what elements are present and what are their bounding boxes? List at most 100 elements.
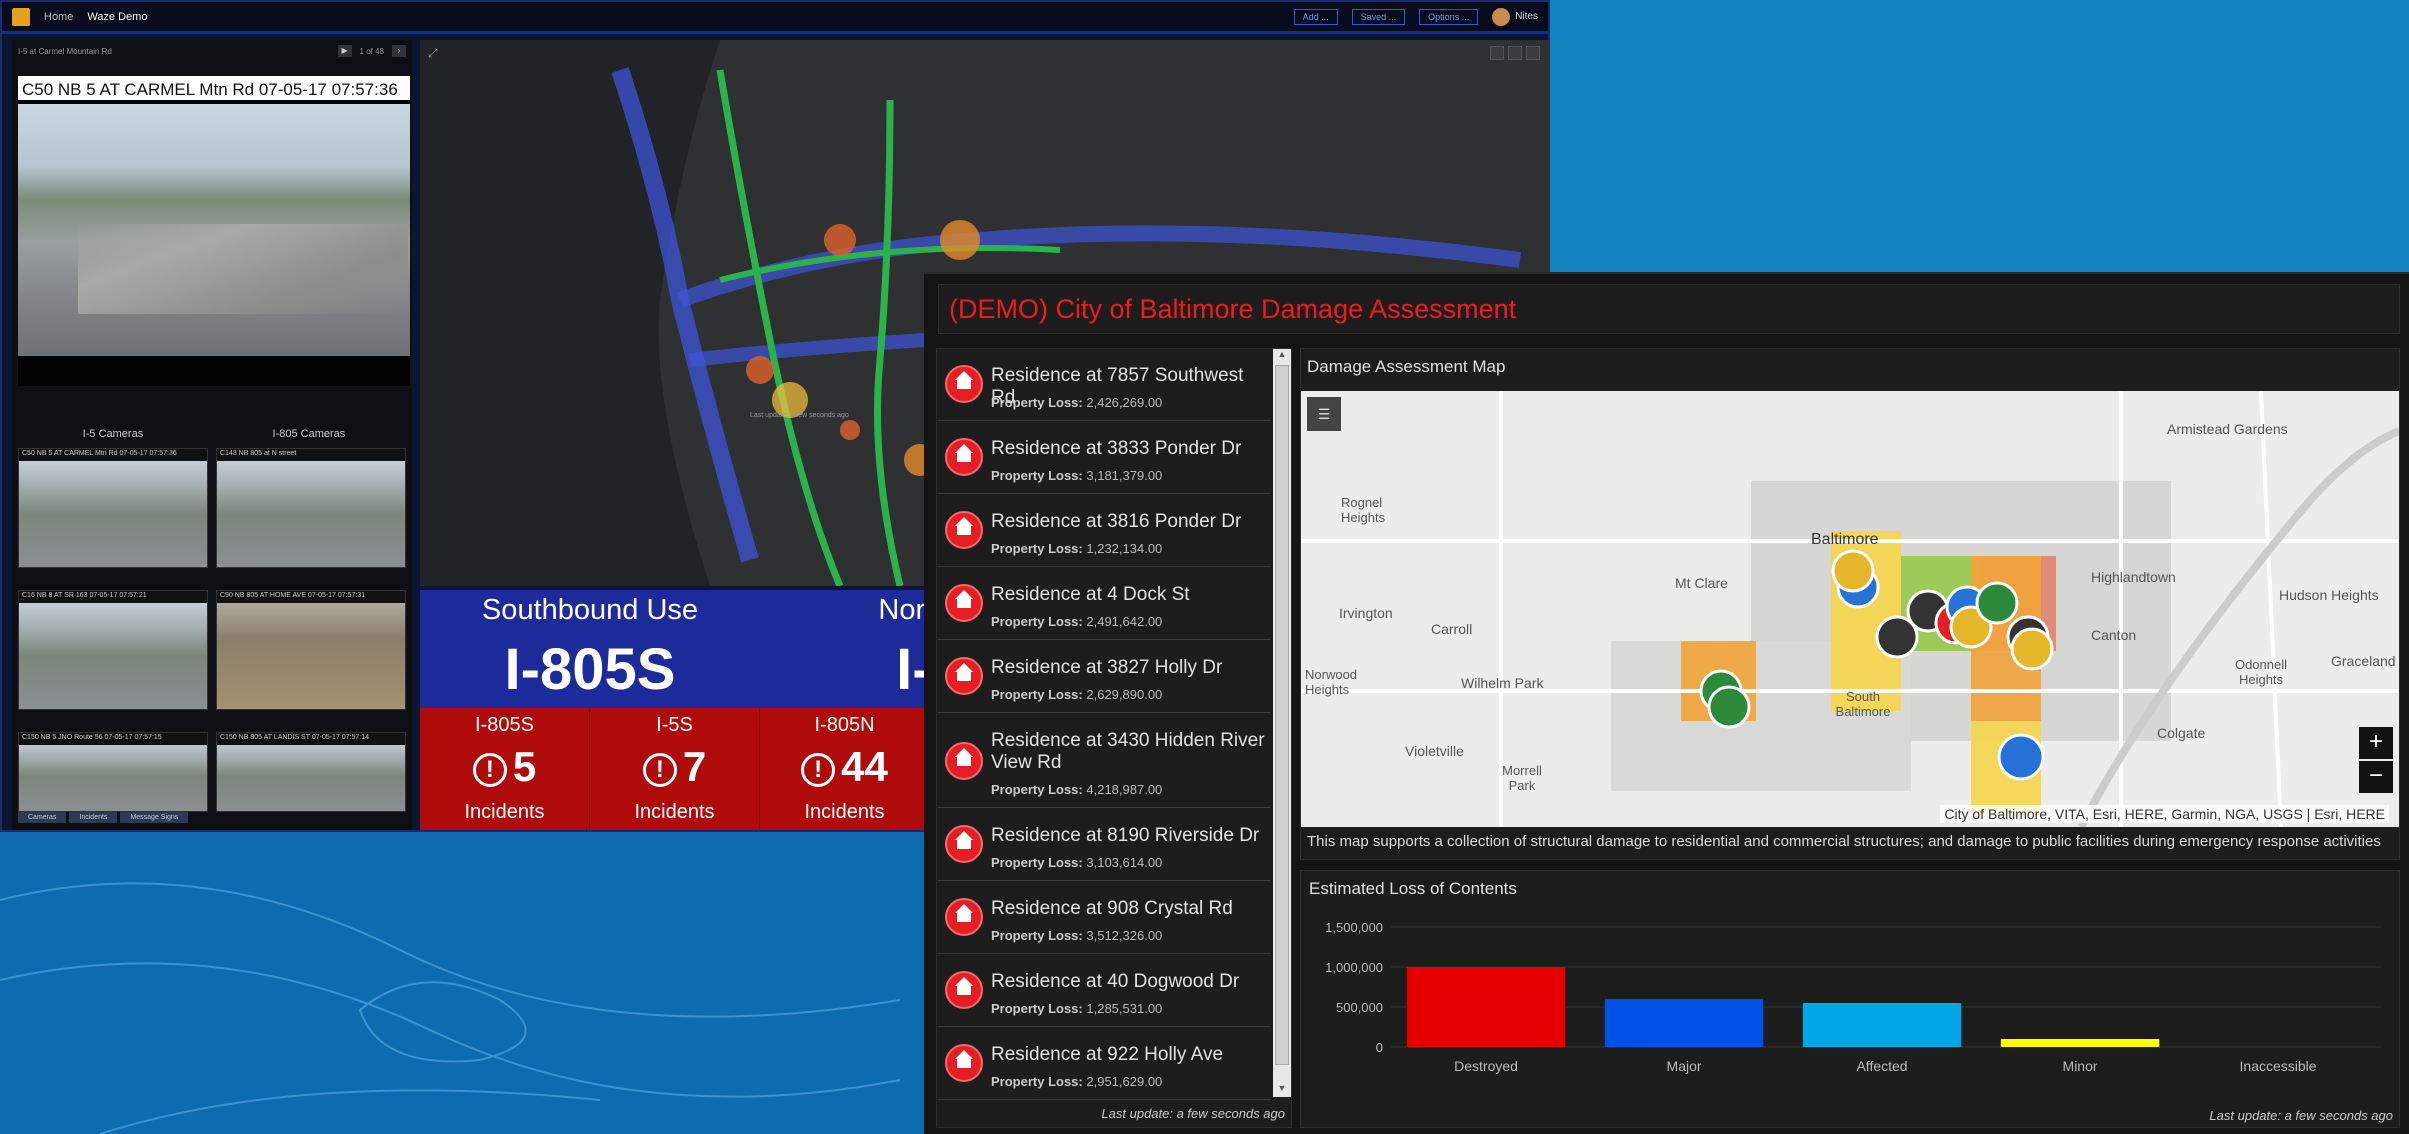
camera-thumbnail[interactable]: C90 NB 805 AT HOME AVE 07-05-17 07:57:31 [216,590,406,710]
camera-thumbnail[interactable]: C50 NB 5 AT CARMEL Mtn Rd 07-05-17 07:57… [18,448,208,568]
list-scrollbar[interactable]: ▲ ▼ [1273,349,1291,1097]
scroll-up-icon[interactable]: ▲ [1273,349,1291,363]
list-item[interactable]: Residence at 4 Dock St Property Loss: 2,4… [937,568,1271,640]
property-loss: Property Loss: 4,218,987.00 [991,782,1162,797]
home-link[interactable]: Home [44,11,73,23]
incident-card[interactable]: I-805N ! 44 Incidents [760,708,930,830]
legend-toggle-icon[interactable]: ☰ [1307,397,1341,431]
basemap [1301,391,2399,827]
expand-icon[interactable]: ⤢ [428,46,442,60]
app-title: Waze Demo [87,10,148,23]
main-camera-view[interactable]: C50 NB 5 AT CARMEL Mtn Rd 07-05-17 07:57… [18,76,410,386]
legend-icon[interactable] [1508,46,1522,60]
list-last-update: Last update: a few seconds ago [1101,1106,1285,1121]
residence-icon [945,584,983,622]
play-icon[interactable]: ▶ [337,45,352,57]
bar-major[interactable] [1604,999,1764,1047]
options-button[interactable]: Options ... [1419,8,1479,25]
residence-icon [945,825,983,863]
map-label: Colgate [2157,725,2206,741]
damage-map[interactable]: Armistead Gardens Rognel Heights Baltimo… [1301,391,2399,827]
camera-group-i805[interactable]: I-805 Cameras [273,428,346,440]
tab-message-signs[interactable]: Message Signs [120,812,189,823]
next-icon[interactable]: › [392,45,406,57]
property-loss: Property Loss: 1,285,531.00 [991,1001,1162,1016]
user-menu[interactable]: Nites [1492,7,1538,26]
property-loss: Property Loss: 2,491,642.00 [991,614,1162,629]
property-loss-label: Property Loss: [991,687,1083,702]
bound-title: Southbound Use [481,594,699,626]
list-item[interactable]: Residence at 3430 Hidden River View Rd Pr… [937,714,1271,808]
incident-road: I-5S [656,714,693,736]
bar-affected[interactable] [1802,1003,1962,1047]
residence-icon [945,438,983,476]
list-item[interactable]: Residence at 3833 Ponder Dr Property Loss… [937,422,1271,494]
list-item[interactable]: Residence at 40 Dogwood Dr Property Loss:… [937,955,1271,1027]
camera-image [18,104,410,356]
camera-group-i5[interactable]: I-5 Cameras [83,428,144,440]
list-item[interactable]: Residence at 908 Crystal Rd Property Loss… [937,882,1271,954]
tab-incidents[interactable]: Incidents [69,812,118,823]
property-loss-value: 1,285,531.00 [1086,1001,1163,1016]
incident-card[interactable]: I-805S ! 5 Incidents [420,708,590,830]
list-item-name: Residence at 3430 Hidden River View Rd [991,730,1265,773]
alert-icon: ! [642,752,677,787]
property-loss-value: 2,426,269.00 [1086,395,1163,410]
property-loss-value: 2,629,890.00 [1086,687,1163,702]
x-tick-label: Inaccessible [2240,1058,2317,1074]
list-item-name: Residence at 922 Holly Ave [991,1044,1224,1065]
map-label: Hudson Heights [2279,587,2379,603]
property-loss-label: Property Loss: [991,614,1083,629]
list-item-name: Residence at 3816 Ponder Dr [991,511,1242,532]
camera-thumbnail[interactable]: C150 NB 805 AT LANDIS ST 07-05-17 07:57:… [216,732,406,812]
list-item[interactable]: Residence at 922 Holly Ave Property Loss:… [937,1028,1271,1100]
camera-toolbar: I-5 at Carmel Mountain Rd ▶ 1 of 48 › [12,40,412,62]
map-label: Armistead Gardens [2167,421,2288,437]
incident-card[interactable]: I-5S ! 7 Incidents [590,708,760,830]
tab-cameras[interactable]: Cameras [18,812,67,823]
damage-list: Residence at 7857 Southwest Rd Property L… [936,348,1292,1128]
saved-button[interactable]: Saved ... [1351,8,1406,25]
bar-minor[interactable] [2000,1039,2160,1047]
thumbnail-caption: C90 NB 805 AT HOME AVE 07-05-17 07:57:31 [217,591,405,603]
avatar [1492,7,1511,26]
loss-bar-chart: 0 500,000 1,000,000 1,500,000 Destroyed Major… [1325,920,2381,1074]
camera-selector[interactable]: I-5 at Carmel Mountain Rd [18,47,112,56]
scroll-thumb[interactable] [1275,365,1289,1065]
y-tick-label: 1,500,000 [1325,920,1383,935]
map-label: Violetville [1405,743,1464,759]
zoom-in-button[interactable]: + [2359,727,2393,759]
camera-thumbnail[interactable]: C150 NB 5 JNO Route 56 07-05-17 07:57:15 [18,732,208,812]
property-loss-label: Property Loss: [991,1001,1083,1016]
camera-thumbnail[interactable]: C143 NB 805 at N street [216,448,406,568]
property-loss-value: 2,951,629.00 [1086,1074,1163,1089]
thumbnail-caption: C16 NB 8 AT SR 163 07-05-17 07:57:21 [19,591,207,603]
bar-destroyed[interactable] [1406,967,1566,1047]
list-item[interactable]: Residence at 3816 Ponder Dr Property Loss… [937,495,1271,567]
property-loss-value: 3,103,614.00 [1086,855,1163,870]
camera-thumbnail[interactable]: C16 NB 8 AT SR 163 07-05-17 07:57:21 [18,590,208,710]
property-loss-value: 3,181,379.00 [1086,468,1163,483]
page-indicator: 1 of 48 [359,46,384,56]
property-loss-label: Property Loss: [991,541,1083,556]
property-loss-label: Property Loss: [991,468,1083,483]
dashboard-title: (DEMO) City of Baltimore Damage Assessme… [938,284,2400,334]
add-button[interactable]: Add ... [1293,8,1338,25]
property-loss: Property Loss: 3,512,326.00 [991,928,1162,943]
list-item[interactable]: Residence at 3827 Holly Dr Property Loss:… [937,641,1271,713]
property-loss-label: Property Loss: [991,782,1083,797]
property-loss-label: Property Loss: [991,395,1083,410]
layers-icon[interactable] [1490,46,1504,60]
list-item[interactable]: Residence at 8190 Riverside Dr Property L… [937,809,1271,881]
list-item[interactable]: Residence at 7857 Southwest Rd Property L… [937,349,1271,421]
gear-icon[interactable] [1526,46,1540,60]
list-item-name: Residence at 3827 Holly Dr [991,657,1223,678]
residence-icon [945,898,983,936]
scroll-down-icon[interactable]: ▼ [1273,1083,1291,1097]
loss-chart-panel: Estimated Loss of Contents 0 500,000 1,000… [1300,870,2400,1128]
property-loss-value: 1,232,134.00 [1086,541,1163,556]
zoom-out-button[interactable]: − [2359,761,2393,793]
main-camera-caption: C50 NB 5 AT CARMEL Mtn Rd 07-05-17 07:57… [18,76,410,100]
map-label: Rognel Heights [1341,495,1386,525]
map-tools [1490,46,1540,60]
